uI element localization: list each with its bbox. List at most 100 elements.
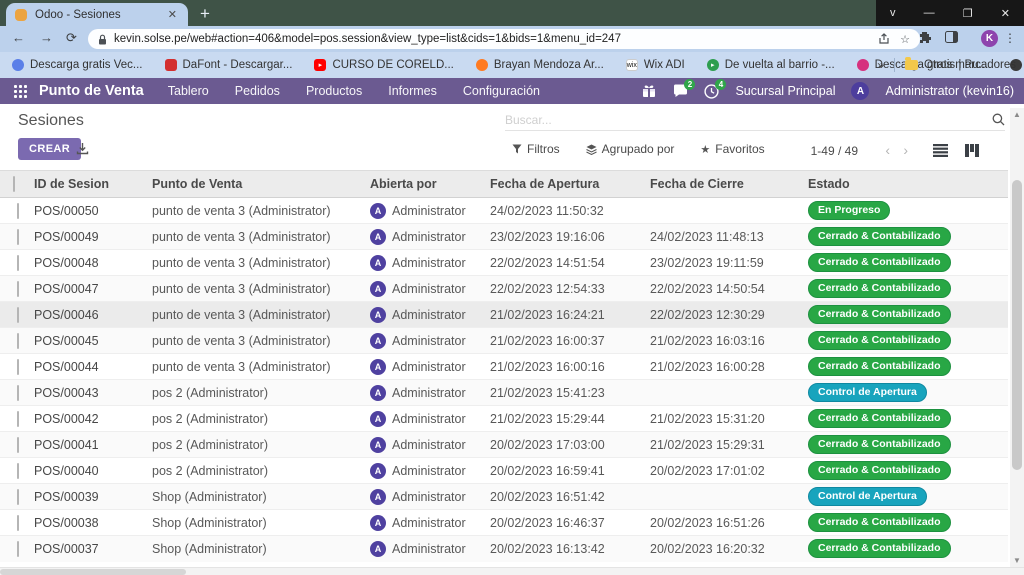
tab-close-icon[interactable]: ✕: [166, 8, 179, 21]
table-row[interactable]: POS/00050 punto de venta 3 (Administrato…: [0, 198, 1008, 224]
table-row[interactable]: POS/00041 pos 2 (Administrator) AAdminis…: [0, 432, 1008, 458]
scroll-down-icon[interactable]: ▼: [1013, 556, 1021, 565]
bookmark-item[interactable]: wix Wix ADI: [626, 59, 685, 71]
row-checkbox[interactable]: [17, 307, 19, 323]
bookmark-star-icon[interactable]: ☆: [900, 33, 910, 46]
share-icon[interactable]: [878, 33, 890, 45]
row-checkbox[interactable]: [17, 385, 19, 401]
bookmarks-overflow-icon[interactable]: »: [877, 58, 884, 72]
kanban-view-button[interactable]: [962, 140, 982, 160]
navbar-menu-item[interactable]: Productos: [306, 84, 362, 98]
vertical-scrollbar[interactable]: ▲ ▼: [1010, 108, 1024, 567]
search-input[interactable]: [505, 113, 992, 127]
activities-clock-icon[interactable]: 4: [704, 84, 719, 99]
column-header[interactable]: Fecha de Cierre: [646, 171, 804, 198]
table-row[interactable]: POS/00046 punto de venta 3 (Administrato…: [0, 302, 1008, 328]
hscrollbar-thumb[interactable]: [0, 569, 186, 575]
navbar-menu-item[interactable]: Configuración: [463, 84, 540, 98]
table-row[interactable]: POS/00038 Shop (Administrator) AAdminist…: [0, 510, 1008, 536]
navbar-menu-item[interactable]: Tablero: [168, 84, 209, 98]
back-icon[interactable]: ←: [12, 30, 25, 45]
messages-icon[interactable]: 2: [673, 84, 688, 99]
bookmark-favicon-icon: [12, 59, 24, 71]
pos-cell: punto de venta 3 (Administrator): [148, 328, 366, 354]
forward-icon[interactable]: →: [40, 30, 53, 45]
column-header[interactable]: Abierta por: [366, 171, 486, 198]
url-bar[interactable]: kevin.solse.pe/web#action=406&model=pos.…: [88, 29, 920, 49]
row-checkbox[interactable]: [17, 333, 19, 349]
side-panel-icon[interactable]: [945, 31, 958, 43]
window-menu-icon[interactable]: v: [890, 7, 896, 19]
table-row[interactable]: POS/00047 punto de venta 3 (Administrato…: [0, 276, 1008, 302]
row-checkbox[interactable]: [17, 489, 19, 505]
open-date-cell: 21/02/2023 16:00:16: [486, 354, 646, 380]
status-badge: Cerrado & Contabilizado: [808, 331, 951, 350]
table-row[interactable]: POS/00048 punto de venta 3 (Administrato…: [0, 250, 1008, 276]
restore-icon[interactable]: ❐: [963, 7, 973, 20]
status-cell: Cerrado & Contabilizado: [804, 224, 1008, 250]
bookmark-item[interactable]: DaFont - Descargar...: [165, 59, 293, 71]
column-header[interactable]: ID de Sesion: [30, 171, 148, 198]
search-icon[interactable]: [992, 113, 1005, 126]
company-switcher[interactable]: Sucursal Principal: [735, 84, 835, 98]
browser-window: Odoo - Sesiones ✕ + v — ❐ ✕ ← → ⟳ kevin.…: [0, 0, 1024, 575]
table-row[interactable]: POS/00049 punto de venta 3 (Administrato…: [0, 224, 1008, 250]
column-header[interactable]: Fecha de Apertura: [486, 171, 646, 198]
select-all-checkbox[interactable]: [13, 176, 15, 192]
row-checkbox[interactable]: [17, 229, 19, 245]
other-bookmarks[interactable]: Otros marcadores: [905, 59, 1016, 71]
row-checkbox[interactable]: [17, 437, 19, 453]
create-button[interactable]: CREAR: [18, 138, 81, 160]
filters-button[interactable]: Filtros: [512, 142, 560, 156]
favorites-button[interactable]: ★ Favoritos: [700, 142, 764, 156]
session-id-cell: POS/00047: [30, 276, 148, 302]
scroll-up-icon[interactable]: ▲: [1013, 110, 1021, 119]
new-tab-button[interactable]: +: [200, 3, 210, 25]
user-avatar[interactable]: A: [851, 82, 869, 100]
odoo-favicon-icon: [15, 9, 27, 21]
row-checkbox[interactable]: [17, 411, 19, 427]
profile-avatar[interactable]: K: [981, 30, 998, 47]
open-date-cell: 23/02/2023 19:16:06: [486, 224, 646, 250]
app-name[interactable]: Punto de Venta: [39, 83, 144, 99]
minimize-icon[interactable]: —: [924, 7, 935, 19]
table-row[interactable]: POS/00044 punto de venta 3 (Administrato…: [0, 354, 1008, 380]
table-row[interactable]: POS/00043 pos 2 (Administrator) AAdminis…: [0, 380, 1008, 406]
bookmark-item[interactable]: Brayan Mendoza Ar...: [476, 59, 604, 71]
pager-next-icon[interactable]: ›: [903, 142, 908, 158]
pager-prev-icon[interactable]: ‹: [885, 142, 890, 158]
export-icon[interactable]: [76, 142, 89, 155]
reload-icon[interactable]: ⟳: [66, 30, 77, 46]
table-row[interactable]: POS/00042 pos 2 (Administrator) AAdminis…: [0, 406, 1008, 432]
column-header[interactable]: Punto de Venta: [148, 171, 366, 198]
extensions-icon[interactable]: [919, 31, 932, 44]
navbar-menu-item[interactable]: Informes: [388, 84, 437, 98]
gift-icon[interactable]: [642, 84, 657, 99]
open-date-cell: 22/02/2023 12:54:33: [486, 276, 646, 302]
browser-menu-icon[interactable]: ⋮: [1004, 31, 1016, 45]
row-checkbox[interactable]: [17, 463, 19, 479]
row-checkbox[interactable]: [17, 281, 19, 297]
row-checkbox[interactable]: [17, 255, 19, 271]
row-checkbox[interactable]: [17, 515, 19, 531]
scrollbar-thumb[interactable]: [1012, 180, 1022, 470]
row-checkbox[interactable]: [17, 541, 19, 557]
table-row[interactable]: POS/00039 Shop (Administrator) AAdminist…: [0, 484, 1008, 510]
table-row[interactable]: POS/00040 pos 2 (Administrator) AAdminis…: [0, 458, 1008, 484]
column-header[interactable]: Estado: [804, 171, 1008, 198]
user-menu[interactable]: Administrator (kevin16): [885, 84, 1014, 98]
horizontal-scrollbar[interactable]: [0, 567, 1024, 575]
bookmark-item[interactable]: ▸ CURSO DE CORELD...: [314, 59, 453, 71]
navbar-menu-item[interactable]: Pedidos: [235, 84, 280, 98]
bookmark-item[interactable]: Descarga gratis Vec...: [12, 59, 143, 71]
bookmark-item[interactable]: ▸ De vuelta al barrio -...: [707, 59, 835, 71]
row-checkbox[interactable]: [17, 359, 19, 375]
groupby-button[interactable]: Agrupado por: [586, 142, 675, 156]
table-row[interactable]: POS/00045 punto de venta 3 (Administrato…: [0, 328, 1008, 354]
row-checkbox[interactable]: [17, 203, 19, 219]
browser-tab[interactable]: Odoo - Sesiones ✕: [6, 3, 188, 26]
close-icon[interactable]: ✕: [1001, 7, 1010, 20]
table-row[interactable]: POS/00037 Shop (Administrator) AAdminist…: [0, 536, 1008, 562]
apps-grid-icon[interactable]: [14, 85, 27, 98]
list-view-button[interactable]: [930, 140, 950, 160]
